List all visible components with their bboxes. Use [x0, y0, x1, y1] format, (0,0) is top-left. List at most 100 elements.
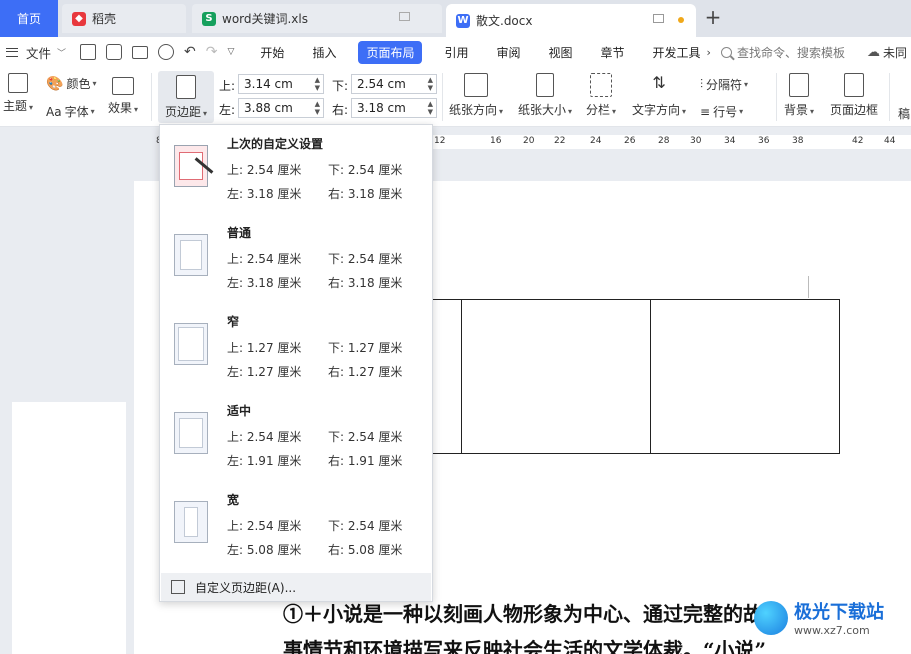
- line-number-button[interactable]: ≡ 行号 ▾: [700, 103, 743, 120]
- ribbon: 主题 ▾ 🎨 颜色 ▾ Aa 字体 ▾ 效果 ▾ 页边距 ▾ 上: 3.14 cm ▲ ▼ …: [0, 67, 911, 127]
- top-margin-input[interactable]: 3.14 cm ▲ ▼: [238, 74, 324, 94]
- preset-right: 右: 3.18 厘米: [328, 187, 403, 201]
- document-paragraph-line[interactable]: ①＋小说是一种以刻画人物形象为中心、通过完整的故: [283, 598, 763, 627]
- preset-top: 上: 1.27 厘米: [227, 341, 302, 355]
- spinner-icon[interactable]: ▲ ▼: [428, 76, 433, 92]
- columns-button[interactable]: 分栏 ▾: [586, 73, 616, 118]
- menu-developer[interactable]: 开发工具: [647, 41, 707, 64]
- customize-chevron-icon[interactable]: ▽: [228, 47, 235, 57]
- left-page-edge: [12, 402, 126, 654]
- custom-margins-icon: [171, 580, 185, 594]
- undo-icon[interactable]: ↶: [184, 44, 196, 60]
- menu-home[interactable]: 开始: [254, 41, 290, 64]
- tab-bar: 首页 ◆ 稻壳 S word关键词.xls W 散文.docx +: [0, 0, 911, 37]
- paper-size-button[interactable]: 纸张大小 ▾: [518, 73, 572, 118]
- ruler-tick: 26: [624, 136, 636, 146]
- spinner-icon[interactable]: ▲ ▼: [315, 100, 320, 116]
- sync-status[interactable]: ☁ 未同: [867, 44, 907, 61]
- preview-icon[interactable]: [158, 44, 175, 60]
- menu-page-layout[interactable]: 页面布局: [358, 40, 423, 64]
- tab-docx-label: 散文.docx: [476, 14, 533, 28]
- menu-insert[interactable]: 插入: [306, 41, 342, 64]
- normal-margin-thumbnail-icon: [174, 234, 208, 276]
- effects-icon: [112, 77, 135, 95]
- ruler-tick: 34: [724, 136, 736, 146]
- bottom-margin-input[interactable]: 2.54 cm ▲ ▼: [351, 74, 437, 94]
- background-button[interactable]: 背景 ▾: [784, 73, 814, 118]
- command-search[interactable]: 查找命令、搜索模板: [720, 44, 845, 61]
- font-icon: Aa: [46, 104, 62, 119]
- document-paragraph-line[interactable]: 事情节和环境描写来反映社会生活的文学体裁。“小说”: [283, 634, 766, 654]
- text-direction-button[interactable]: ⇅ 文字方向 ▾: [632, 73, 686, 118]
- custom-margins-button[interactable]: 自定义页边距(A)...: [161, 573, 431, 601]
- ruler-tick: 28: [658, 136, 670, 146]
- menu-review[interactable]: 审阅: [490, 41, 526, 64]
- narrow-margin-thumbnail-icon: [174, 323, 208, 365]
- top-margin-value: 3.14 cm: [244, 77, 293, 91]
- preset-right: 右: 1.91 厘米: [328, 454, 403, 468]
- watermark-logo-icon: [754, 600, 788, 635]
- page-border-button[interactable]: 页面边框: [830, 73, 878, 118]
- font-button[interactable]: Aa 字体 ▾: [46, 103, 95, 120]
- text-direction-label: 文字方向: [632, 103, 681, 117]
- margin-preset-wide[interactable]: 宽 上: 2.54 厘米 下: 2.54 厘米 左: 5.08 厘米 右: 5.…: [160, 481, 432, 569]
- file-menu-label: 文件: [26, 45, 52, 61]
- preset-bottom: 下: 1.27 厘米: [328, 341, 403, 355]
- save-icon[interactable]: [80, 44, 97, 60]
- theme-button[interactable]: 主题 ▾: [3, 73, 33, 114]
- ruler-tick: 38: [792, 136, 804, 146]
- separator-button[interactable]: ⫶ 分隔符 ▾: [700, 76, 748, 93]
- spreadsheet-icon: S: [202, 11, 216, 26]
- menu-chapter[interactable]: 章节: [595, 41, 631, 64]
- theme-label: 主题: [3, 99, 28, 113]
- print-icon[interactable]: [132, 45, 149, 59]
- tab-xls[interactable]: S word关键词.xls: [192, 4, 442, 33]
- more-label: 稿: [898, 107, 911, 121]
- sync-label: 未同: [882, 45, 907, 60]
- preset-left: 左: 5.08 厘米: [227, 543, 302, 557]
- watermark: 极光下载站 www.xz7.com: [754, 598, 884, 637]
- redo-icon[interactable]: ↷: [206, 44, 218, 60]
- export-icon[interactable]: [106, 44, 123, 60]
- hamburger-icon: [6, 47, 18, 57]
- ruler-tick: 30: [690, 136, 702, 146]
- preset-bottom: 下: 2.54 厘米: [328, 163, 403, 177]
- watermark-url: www.xz7.com: [794, 624, 870, 637]
- cloud-icon: ☁: [866, 44, 880, 60]
- window-icon[interactable]: [653, 14, 664, 23]
- spinner-icon[interactable]: ▲ ▼: [315, 76, 320, 92]
- tab-daoke[interactable]: ◆ 稻壳: [62, 4, 186, 33]
- left-margin-input[interactable]: 3.88 cm ▲ ▼: [238, 98, 324, 118]
- search-icon: [720, 46, 732, 58]
- spinner-icon[interactable]: ▲ ▼: [428, 100, 433, 116]
- margin-preset-normal[interactable]: 普通 上: 2.54 厘米 下: 2.54 厘米 左: 3.18 厘米 右: 3…: [160, 214, 432, 302]
- preset-top: 上: 2.54 厘米: [227, 519, 302, 533]
- window-icon[interactable]: [399, 12, 410, 21]
- file-menu[interactable]: 文件 ﹀: [6, 43, 66, 62]
- margin-preset-last-custom[interactable]: 上次的自定义设置 上: 2.54 厘米 下: 2.54 厘米 左: 3.18 厘…: [160, 125, 432, 213]
- chevron-right-icon[interactable]: ›: [707, 46, 711, 59]
- margin-preset-moderate[interactable]: 适中 上: 2.54 厘米 下: 2.54 厘米 左: 1.91 厘米 右: 1…: [160, 392, 432, 480]
- tab-docx[interactable]: W 散文.docx: [446, 4, 696, 37]
- page-border-label: 页面边框: [830, 103, 879, 117]
- menu-references[interactable]: 引用: [438, 41, 474, 64]
- tab-home[interactable]: 首页: [0, 0, 58, 37]
- preset-bottom: 下: 2.54 厘米: [328, 519, 403, 533]
- margins-button[interactable]: 页边距 ▾: [158, 71, 214, 123]
- margin-preset-narrow[interactable]: 窄 上: 1.27 厘米 下: 1.27 厘米 左: 1.27 厘米 右: 1.…: [160, 303, 432, 391]
- margins-dropdown: 上次的自定义设置 上: 2.54 厘米 下: 2.54 厘米 左: 3.18 厘…: [159, 124, 433, 602]
- new-tab-button[interactable]: +: [702, 6, 724, 30]
- left-margin-label: 左:: [219, 103, 236, 117]
- top-margin-label: 上:: [219, 79, 236, 93]
- orientation-button[interactable]: 纸张方向 ▾: [449, 73, 503, 118]
- font-label: 字体: [64, 105, 89, 119]
- effects-button[interactable]: 效果 ▾: [108, 77, 138, 116]
- tab-xls-label: word关键词.xls: [222, 12, 308, 26]
- right-margin-input[interactable]: 3.18 cm ▲ ▼: [351, 98, 437, 118]
- ruler-strip: [433, 135, 911, 149]
- document-table[interactable]: [431, 299, 840, 454]
- menu-view[interactable]: 视图: [543, 41, 579, 64]
- more-button[interactable]: 稿: [898, 105, 910, 122]
- color-button[interactable]: 🎨 颜色 ▾: [46, 75, 96, 92]
- background-label: 背景: [784, 103, 809, 117]
